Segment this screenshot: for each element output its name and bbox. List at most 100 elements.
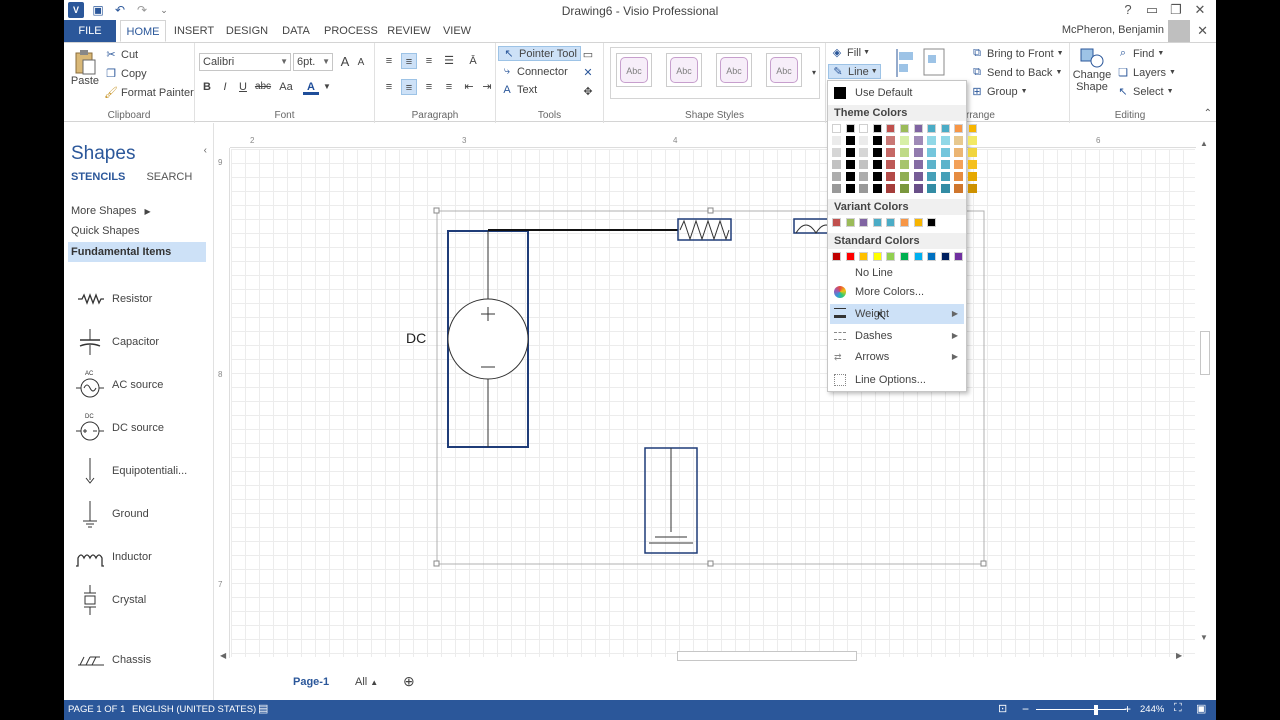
theme-tint-swatch[interactable] (872, 148, 882, 157)
theme-tint-swatch[interactable] (845, 136, 855, 145)
user-name[interactable]: McPheron, Benjamin (1062, 24, 1164, 36)
grow-font-button[interactable]: A (337, 54, 353, 70)
theme-tint-swatch[interactable] (886, 160, 896, 169)
theme-tint-swatch[interactable] (927, 136, 937, 145)
copy-button[interactable]: ❐ Copy (104, 67, 147, 81)
change-shape-button[interactable]: Change Shape (1072, 47, 1112, 93)
page-tab-page-1[interactable]: Page-1 (293, 676, 329, 688)
all-pages-button[interactable]: All ▲ (355, 676, 378, 688)
standard-color-swatch[interactable] (845, 252, 855, 261)
drawing-page[interactable]: DC (231, 149, 1195, 657)
variant-color-swatch[interactable] (886, 218, 896, 227)
restore-button[interactable]: ❐ (1164, 2, 1188, 18)
stencil-inductor[interactable]: Inductor (72, 540, 210, 574)
zoom-level[interactable]: 244% (1140, 704, 1164, 715)
theme-tint-swatch[interactable] (845, 160, 855, 169)
theme-tint-swatch[interactable] (832, 172, 841, 181)
position-button[interactable] (922, 47, 946, 79)
theme-tint-swatch[interactable] (886, 184, 896, 193)
close-icon[interactable]: ✕ (580, 65, 596, 81)
theme-tint-swatch[interactable] (832, 148, 841, 157)
weight-item[interactable]: Weight ▶ (830, 304, 964, 324)
stencil-ac-source[interactable]: AC AC source (72, 368, 210, 402)
theme-tint-swatch[interactable] (913, 160, 923, 169)
variant-color-swatch[interactable] (913, 218, 923, 227)
theme-tint-swatch[interactable] (968, 160, 977, 169)
theme-tint-swatch[interactable] (927, 184, 937, 193)
standard-color-swatch[interactable] (886, 252, 896, 261)
align-bottom-icon[interactable]: ≡ (421, 53, 437, 69)
bring-to-front-button[interactable]: ⧉ Bring to Front ▼ (970, 47, 1064, 60)
theme-tint-swatch[interactable] (845, 148, 855, 157)
scroll-down-icon[interactable]: ▼ (1200, 633, 1208, 642)
theme-tint-swatch[interactable] (900, 160, 909, 169)
theme-tint-swatch[interactable] (859, 148, 869, 157)
theme-tint-swatch[interactable] (954, 172, 964, 181)
style-tile[interactable]: Abc (716, 53, 752, 87)
standard-color-swatch[interactable] (927, 252, 937, 261)
variant-color-swatch[interactable] (927, 218, 937, 227)
arrows-item[interactable]: ⇄ Arrows ▶ (830, 347, 964, 367)
group-button[interactable]: ⊞ Group ▼ (970, 85, 1027, 99)
align-middle-icon[interactable]: ≡ (401, 53, 417, 69)
gallery-more-icon[interactable]: ▾ (806, 65, 822, 81)
theme-tint-swatch[interactable] (872, 160, 882, 169)
tab-design[interactable]: DESIGN (224, 20, 270, 42)
more-colors-item[interactable]: More Colors... (830, 282, 964, 302)
cut-button[interactable]: ✂ Cut (104, 48, 138, 62)
theme-tint-swatch[interactable] (886, 136, 896, 145)
theme-tint-swatch[interactable] (832, 136, 841, 145)
theme-tint-swatch[interactable] (927, 148, 937, 157)
increase-indent-icon[interactable]: ⇥ (479, 79, 495, 95)
scroll-left-icon[interactable]: ◀ (220, 651, 226, 660)
stencil-resistor[interactable]: Resistor (72, 282, 210, 316)
tab-review[interactable]: REVIEW (386, 20, 432, 42)
tab-data[interactable]: DATA (278, 20, 314, 42)
italic-button[interactable]: I (217, 79, 233, 95)
tab-search[interactable]: SEARCH (146, 171, 192, 183)
theme-tint-swatch[interactable] (940, 148, 950, 157)
variant-color-swatch[interactable] (859, 218, 869, 227)
language-status[interactable]: ENGLISH (UNITED STATES) (132, 704, 256, 715)
style-tile[interactable]: Abc (666, 53, 702, 87)
standard-color-swatch[interactable] (913, 252, 923, 261)
theme-tint-swatch[interactable] (859, 172, 869, 181)
underline-button[interactable]: U (235, 79, 251, 95)
theme-color-swatch[interactable] (954, 124, 964, 133)
chevron-down-icon[interactable]: ▼ (319, 79, 335, 95)
theme-tint-swatch[interactable] (954, 160, 964, 169)
align-right-icon[interactable]: ≡ (421, 79, 437, 95)
theme-tint-swatch[interactable] (886, 172, 896, 181)
fit-page-icon[interactable]: ⛶ (1174, 702, 1182, 715)
tab-stencils[interactable]: STENCILS (71, 171, 125, 183)
align-button[interactable] (894, 47, 918, 79)
theme-tint-swatch[interactable] (968, 172, 977, 181)
justify-icon[interactable]: ≡ (441, 79, 457, 95)
theme-tint-swatch[interactable] (940, 160, 950, 169)
find-button[interactable]: ⌕ Find ▼ (1116, 47, 1164, 60)
theme-tint-swatch[interactable] (954, 136, 964, 145)
help-button[interactable]: ? (1116, 2, 1140, 18)
close-document-icon[interactable]: ✕ (1197, 23, 1208, 39)
theme-tint-swatch[interactable] (886, 148, 896, 157)
decrease-indent-icon[interactable]: ⇤ (461, 79, 477, 95)
theme-tint-swatch[interactable] (954, 184, 964, 193)
theme-tint-swatch[interactable] (845, 184, 855, 193)
zoom-slider-thumb[interactable] (1094, 705, 1098, 715)
font-color-button[interactable]: A (303, 79, 319, 95)
theme-color-swatch[interactable] (859, 124, 869, 133)
close-window-button[interactable]: ✕ (1188, 2, 1212, 18)
theme-tint-swatch[interactable] (900, 172, 909, 181)
theme-tint-swatch[interactable] (927, 172, 937, 181)
tab-home[interactable]: HOME (120, 20, 166, 42)
theme-tint-swatch[interactable] (859, 184, 869, 193)
theme-tint-swatch[interactable] (832, 184, 841, 193)
theme-color-swatch[interactable] (940, 124, 950, 133)
theme-color-swatch[interactable] (886, 124, 896, 133)
theme-tint-swatch[interactable] (913, 148, 923, 157)
select-button[interactable]: ↖ Select ▼ (1116, 85, 1173, 99)
change-case-button[interactable]: Aa (275, 79, 297, 95)
theme-tint-swatch[interactable] (900, 184, 909, 193)
theme-tint-swatch[interactable] (913, 184, 923, 193)
variant-color-swatch[interactable] (900, 218, 909, 227)
